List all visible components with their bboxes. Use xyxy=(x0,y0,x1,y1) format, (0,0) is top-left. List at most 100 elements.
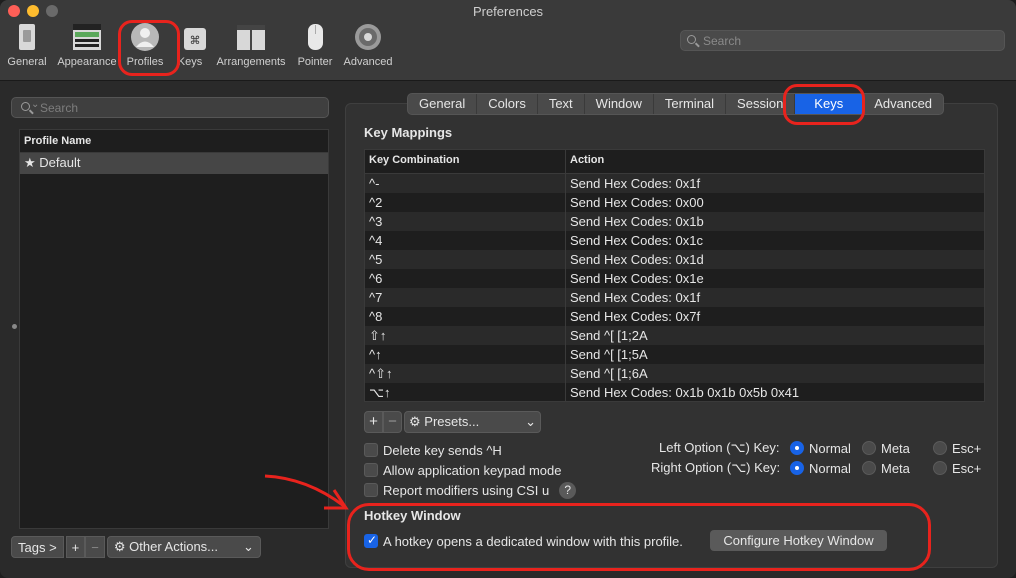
annotation-arrow xyxy=(264,474,349,510)
profile-column-header[interactable]: Profile Name xyxy=(20,130,328,153)
table-row[interactable]: ^2 Send Hex Codes: 0x00 xyxy=(365,193,984,212)
table-row[interactable]: ^4 Send Hex Codes: 0x1c xyxy=(365,231,984,250)
remove-profile-button[interactable]: − xyxy=(85,536,105,558)
right-option-normal-radio[interactable] xyxy=(790,461,804,475)
delete-key-option[interactable]: Delete key sends ^H xyxy=(364,441,502,459)
tab-colors[interactable]: Colors xyxy=(477,94,538,114)
chevron-down-icon: ⌄ xyxy=(525,414,536,429)
action-cell: Send Hex Codes: 0x1e xyxy=(570,271,704,286)
column-header-action[interactable]: Action xyxy=(566,150,984,173)
remove-mapping-button[interactable]: − xyxy=(383,411,402,433)
action-cell: Send Hex Codes: 0x1f xyxy=(570,176,701,191)
table-row[interactable]: ^6 Send Hex Codes: 0x1e xyxy=(365,269,984,288)
profile-search-placeholder: Search xyxy=(40,101,79,115)
key-combination-cell: ^↑ xyxy=(365,345,566,364)
svg-text:⌘: ⌘ xyxy=(190,34,201,47)
left-option-row: Left Option (⌥) Key: Normal Meta Esc+ xyxy=(659,439,981,457)
key-combination-cell: ^4 xyxy=(365,231,566,250)
toolbar-advanced-label: Advanced xyxy=(343,56,393,68)
toolbar-general[interactable]: General xyxy=(0,22,57,68)
left-option-meta-label: Meta xyxy=(881,440,910,456)
table-row[interactable]: ^3 Send Hex Codes: 0x1b xyxy=(365,212,984,231)
key-combination-cell: ⇧↑ xyxy=(365,326,566,345)
action-cell: Send ^[ [1;5A xyxy=(570,347,648,362)
right-option-label: Right Option (⌥) Key: xyxy=(651,460,781,475)
appearance-icon xyxy=(71,22,103,52)
tab-advanced[interactable]: Advanced xyxy=(863,94,943,114)
preferences-window: Preferences General Appearance Profiles … xyxy=(0,0,1016,578)
profile-search-input[interactable]: ⌄ Search xyxy=(11,97,329,118)
arrangements-icon xyxy=(235,22,267,52)
table-row[interactable]: ⌥↑ Send Hex Codes: 0x1b 0x1b 0x5b 0x41 xyxy=(365,383,984,402)
tab-window[interactable]: Window xyxy=(585,94,654,114)
profile-actions-bar: Tags > + − ⚙ Other Actions... ⌄ xyxy=(11,536,261,558)
key-combination-cell: ^- xyxy=(365,174,566,193)
tab-general[interactable]: General xyxy=(408,94,478,114)
toolbar-pointer-label: Pointer xyxy=(297,56,333,68)
table-row[interactable]: ^5 Send Hex Codes: 0x1d xyxy=(365,250,984,269)
pointer-icon xyxy=(299,22,331,52)
other-actions-dropdown[interactable]: ⚙ Other Actions... ⌄ xyxy=(106,536,261,558)
toolbar-search-placeholder: Search xyxy=(703,34,742,48)
key-combination-cell: ^5 xyxy=(365,250,566,269)
add-mapping-button[interactable]: + xyxy=(364,411,383,433)
table-header: Key Combination Action xyxy=(365,150,984,174)
gear-icon xyxy=(352,22,384,52)
left-option-esc-radio[interactable] xyxy=(933,441,947,455)
search-icon xyxy=(687,35,696,44)
table-row[interactable]: ^8 Send Hex Codes: 0x7f xyxy=(365,307,984,326)
right-option-esc-label: Esc+ xyxy=(952,460,982,476)
table-row[interactable]: ^7 Send Hex Codes: 0x1f xyxy=(365,288,984,307)
toolbar-appearance[interactable]: Appearance xyxy=(57,22,117,68)
action-cell: Send Hex Codes: 0x1d xyxy=(570,252,704,267)
left-option-meta-radio[interactable] xyxy=(862,441,876,455)
presets-dropdown[interactable]: ⚙ Presets... ⌄ xyxy=(404,411,541,433)
add-profile-button[interactable]: + xyxy=(65,536,86,558)
key-mapping-actions: + − ⚙ Presets... ⌄ xyxy=(364,411,541,433)
toolbar-pointer[interactable]: Pointer xyxy=(285,22,345,68)
keypad-mode-checkbox[interactable] xyxy=(364,463,378,477)
general-icon xyxy=(11,22,43,52)
tab-text[interactable]: Text xyxy=(538,94,585,114)
window-title: Preferences xyxy=(472,4,544,19)
toolbar-arrangements-label: Arrangements xyxy=(216,56,286,68)
action-cell: Send Hex Codes: 0x1b xyxy=(570,214,704,229)
key-combination-cell: ⌥↑ xyxy=(365,383,566,402)
tab-terminal[interactable]: Terminal xyxy=(654,94,727,114)
key-combination-cell: ^8 xyxy=(365,307,566,326)
gear-icon: ⚙ xyxy=(113,539,126,554)
action-cell: Send ^[ [1;2A xyxy=(570,328,648,343)
keypad-mode-option[interactable]: Allow application keypad mode xyxy=(364,461,562,479)
toolbar-arrangements[interactable]: Arrangements xyxy=(214,22,288,68)
annotation-circle-hotkey xyxy=(347,503,931,571)
toolbar-appearance-label: Appearance xyxy=(57,56,117,68)
toolbar-search-input[interactable]: Search xyxy=(680,30,1005,51)
right-option-row: Right Option (⌥) Key: Normal Meta Esc+ xyxy=(651,459,981,477)
tags-button[interactable]: Tags > xyxy=(11,536,64,558)
annotation-circle-profiles xyxy=(118,20,180,76)
chevron-down-icon: ⌄ xyxy=(31,99,40,110)
table-row[interactable]: ⇧↑ Send ^[ [1;2A xyxy=(365,326,984,345)
left-option-label: Left Option (⌥) Key: xyxy=(659,440,780,455)
search-icon xyxy=(21,102,30,111)
toolbar-advanced[interactable]: Advanced xyxy=(338,22,398,68)
column-header-combo[interactable]: Key Combination xyxy=(365,150,566,173)
right-option-meta-radio[interactable] xyxy=(862,461,876,475)
right-option-esc-radio[interactable] xyxy=(933,461,947,475)
key-combination-cell: ^⇧↑ xyxy=(365,364,566,383)
action-cell: Send Hex Codes: 0x00 xyxy=(570,195,704,210)
table-row[interactable]: ^⇧↑ Send ^[ [1;6A xyxy=(365,364,984,383)
help-button[interactable]: ? xyxy=(559,481,577,499)
left-option-normal-radio[interactable] xyxy=(790,441,804,455)
key-mappings-rows: ^- Send Hex Codes: 0x1f ^2 Send Hex Codes: … xyxy=(365,174,984,402)
csi-u-label: Report modifiers using CSI u xyxy=(383,482,550,498)
csi-u-option[interactable]: Report modifiers using CSI u ? xyxy=(364,481,577,499)
table-row[interactable]: ^↑ Send ^[ [1;5A xyxy=(365,345,984,364)
profile-row-default[interactable]: ★ Default xyxy=(20,153,328,174)
delete-key-checkbox[interactable] xyxy=(364,443,378,457)
key-combination-cell: ^6 xyxy=(365,269,566,288)
csi-u-checkbox[interactable] xyxy=(364,483,378,497)
annotation-circle-keys-tab xyxy=(783,84,865,125)
table-row[interactable]: ^- Send Hex Codes: 0x1f xyxy=(365,174,984,193)
split-view-handle[interactable] xyxy=(12,324,17,329)
